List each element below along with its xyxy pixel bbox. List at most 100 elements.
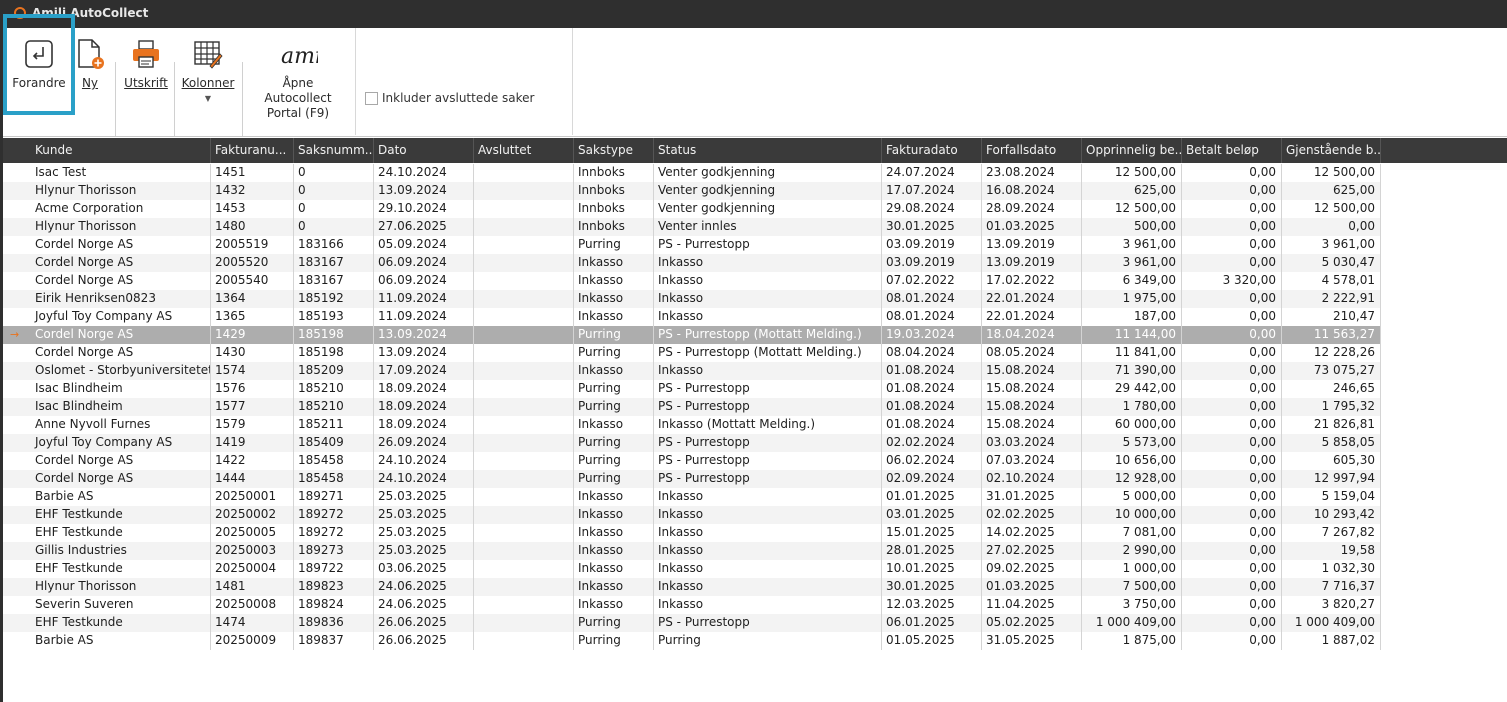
toolbar-separator: [174, 62, 175, 136]
table-row[interactable]: Isac Blindheim 1577 185210 18.09.2024 Purrin…: [3, 398, 1381, 416]
table-row-selected[interactable]: Cordel Norge AS 1429 185198 13.09.2024 Purri…: [3, 326, 1381, 344]
table-row[interactable]: Anne Nyvoll Furnes 1579 185211 18.09.2024 In…: [3, 416, 1381, 434]
table-row[interactable]: Cordel Norge AS 2005540 183167 06.09.2024 In…: [3, 272, 1381, 290]
table-row[interactable]: Eirik Henriksen0823 1364 185192 11.09.2024 I…: [3, 290, 1381, 308]
table-row[interactable]: EHF Testkunde 20250002 189272 25.03.2025 Ink…: [3, 506, 1381, 524]
cell-avsluttet: [474, 560, 574, 578]
cell-gjenstaende-belop: 21 826,81: [1282, 416, 1381, 434]
table-row[interactable]: EHF Testkunde 1474 189836 26.06.2025 Purring…: [3, 614, 1381, 632]
include-closed-toggle[interactable]: Inkluder avsluttede saker: [365, 91, 534, 105]
table-row[interactable]: Hlynur Thorisson 1480 0 27.06.2025 Innboks Ve…: [3, 218, 1381, 236]
cell-fakturanummer: 1480: [211, 218, 294, 236]
table-row[interactable]: Cordel Norge AS 1444 185458 24.10.2024 Purri…: [3, 470, 1381, 488]
table-row[interactable]: Cordel Norge AS 2005519 183166 05.09.2024 Pu…: [3, 236, 1381, 254]
cell-saksnummer: 189824: [294, 596, 374, 614]
cell-status: PS - Purrestopp (Mottatt Melding.): [654, 344, 882, 362]
include-closed-checkbox[interactable]: [365, 91, 378, 105]
column-header-sakstype[interactable]: Sakstype: [574, 138, 654, 163]
table-row[interactable]: Hlynur Thorisson 1432 0 13.09.2024 Innboks Ve…: [3, 182, 1381, 200]
cell-status: Inkasso: [654, 488, 882, 506]
cell-opprinnelig-belop: 187,00: [1082, 308, 1182, 326]
table-row[interactable]: Cordel Norge AS 2005520 183167 06.09.2024 In…: [3, 254, 1381, 272]
kolonner-button[interactable]: Kolonner ▼: [179, 32, 237, 106]
table-row[interactable]: Joyful Toy Company AS 1419 185409 26.09.202…: [3, 434, 1381, 452]
cell-kunde: Isac Test: [31, 164, 211, 182]
cell-forfallsdato: 08.05.2024: [982, 344, 1082, 362]
table-row[interactable]: Cordel Norge AS 1430 185198 13.09.2024 Purri…: [3, 344, 1381, 362]
cell-forfallsdato: 07.03.2024: [982, 452, 1082, 470]
cell-sakstype: Inkasso: [574, 578, 654, 596]
cell-fakturadato: 01.08.2024: [882, 380, 982, 398]
column-header-fakturanummer[interactable]: Fakturanu...: [211, 138, 294, 163]
cell-sakstype: Innboks: [574, 164, 654, 182]
cell-status: PS - Purrestopp: [654, 434, 882, 452]
table-row[interactable]: Barbie AS 20250001 189271 25.03.2025 Inkasso…: [3, 488, 1381, 506]
open-portal-button[interactable]: amili Åpne Autocollect Portal (F9): [248, 32, 348, 121]
cell-opprinnelig-belop: 1 975,00: [1082, 290, 1182, 308]
cell-opprinnelig-belop: 10 656,00: [1082, 452, 1182, 470]
cell-sakstype: Inkasso: [574, 506, 654, 524]
cell-avsluttet: [474, 578, 574, 596]
cell-gjenstaende-belop: 4 578,01: [1282, 272, 1381, 290]
column-header-kunde[interactable]: Kunde: [31, 138, 211, 163]
forandre-button[interactable]: Forandre: [9, 32, 69, 91]
cell-opprinnelig-belop: 6 349,00: [1082, 272, 1182, 290]
cell-gjenstaende-belop: 12 997,94: [1282, 470, 1381, 488]
table-row[interactable]: Barbie AS 20250009 189837 26.06.2025 Purring…: [3, 632, 1381, 650]
table-row[interactable]: Isac Test 1451 0 24.10.2024 Innboks Venter go…: [3, 164, 1381, 182]
table-row[interactable]: Isac Blindheim 1576 185210 18.09.2024 Purrin…: [3, 380, 1381, 398]
table-row[interactable]: Joyful Toy Company AS 1365 185193 11.09.202…: [3, 308, 1381, 326]
table-row[interactable]: Oslomet - Storbyuniversitetet 1574 185209 1…: [3, 362, 1381, 380]
column-header-forfallsdato[interactable]: Forfallsdato: [982, 138, 1082, 163]
table-row[interactable]: Gillis Industries 20250003 189273 25.03.202…: [3, 542, 1381, 560]
cell-fakturadato: 10.01.2025: [882, 560, 982, 578]
cell-betalt-belop: 0,00: [1182, 200, 1282, 218]
ny-button[interactable]: Ny: [73, 32, 107, 91]
cell-sakstype: Inkasso: [574, 290, 654, 308]
cell-saksnummer: 185210: [294, 398, 374, 416]
printer-icon: [121, 32, 171, 76]
cell-kunde: Severin Suveren: [31, 596, 211, 614]
table-row[interactable]: Cordel Norge AS 1422 185458 24.10.2024 Purri…: [3, 452, 1381, 470]
column-header-saksnummer[interactable]: Saksnumm...: [294, 138, 374, 163]
cell-kunde: Hlynur Thorisson: [31, 578, 211, 596]
cell-fakturanummer: 1432: [211, 182, 294, 200]
cell-status: Inkasso: [654, 254, 882, 272]
cell-betalt-belop: 0,00: [1182, 596, 1282, 614]
column-header-betalt-belop[interactable]: Betalt beløp: [1182, 138, 1282, 163]
column-header-fakturadato[interactable]: Fakturadato: [882, 138, 982, 163]
cell-avsluttet: [474, 614, 574, 632]
column-header-opprinnelig-belop[interactable]: Opprinnelig be...: [1082, 138, 1182, 163]
cell-status: Inkasso: [654, 290, 882, 308]
cell-betalt-belop: 0,00: [1182, 614, 1282, 632]
cell-saksnummer: 189823: [294, 578, 374, 596]
table-row[interactable]: EHF Testkunde 20250005 189272 25.03.2025 Ink…: [3, 524, 1381, 542]
cell-opprinnelig-belop: 2 990,00: [1082, 542, 1182, 560]
column-header-dato[interactable]: Dato: [374, 138, 474, 163]
cell-forfallsdato: 17.02.2022: [982, 272, 1082, 290]
cell-betalt-belop: 3 320,00: [1182, 272, 1282, 290]
table-row[interactable]: Severin Suveren 20250008 189824 24.06.2025 I…: [3, 596, 1381, 614]
cell-kunde: EHF Testkunde: [31, 614, 211, 632]
column-header-avsluttet[interactable]: Avsluttet: [474, 138, 574, 163]
cell-opprinnelig-belop: 1 000,00: [1082, 560, 1182, 578]
cell-avsluttet: [474, 488, 574, 506]
table-row[interactable]: Hlynur Thorisson 1481 189823 24.06.2025 Inka…: [3, 578, 1381, 596]
table-row[interactable]: Acme Corporation 1453 0 29.10.2024 Innboks Ve…: [3, 200, 1381, 218]
utskrift-button[interactable]: Utskrift: [121, 32, 171, 91]
column-header-gjenstaende-belop[interactable]: Gjenstående b...: [1282, 138, 1381, 163]
cell-fakturanummer: 20250003: [211, 542, 294, 560]
table-row[interactable]: EHF Testkunde 20250004 189722 03.06.2025 Ink…: [3, 560, 1381, 578]
cell-saksnummer: 183167: [294, 272, 374, 290]
cell-status: Inkasso: [654, 596, 882, 614]
cell-opprinnelig-belop: 3 750,00: [1082, 596, 1182, 614]
cell-dato: 11.09.2024: [374, 308, 474, 326]
cell-kunde: Joyful Toy Company AS: [31, 434, 211, 452]
cell-gjenstaende-belop: 1 795,32: [1282, 398, 1381, 416]
cell-saksnummer: 185409: [294, 434, 374, 452]
column-header-status[interactable]: Status: [654, 138, 882, 163]
cell-saksnummer: 189272: [294, 524, 374, 542]
cell-dato: 24.10.2024: [374, 164, 474, 182]
cell-kunde: Acme Corporation: [31, 200, 211, 218]
cell-sakstype: Purring: [574, 452, 654, 470]
